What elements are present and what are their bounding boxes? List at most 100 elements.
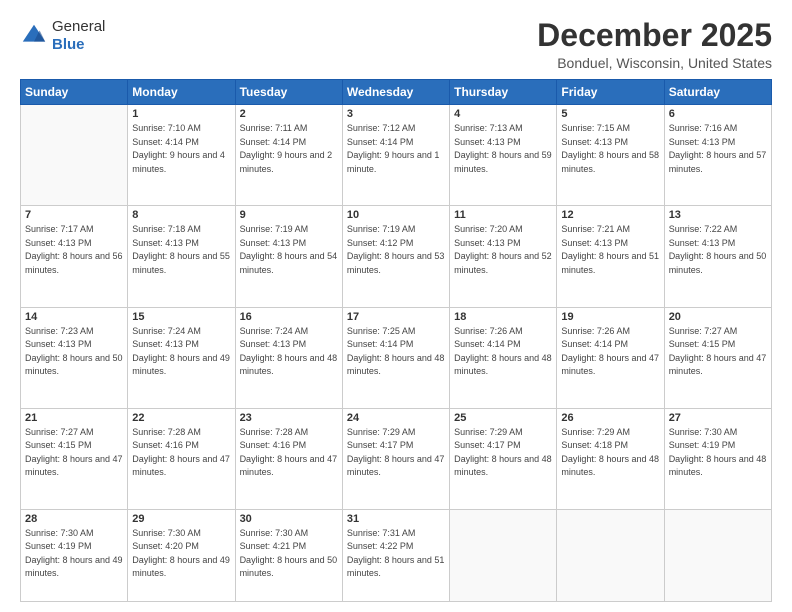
day-number: 17 (347, 311, 445, 323)
day-number: 26 (561, 412, 659, 424)
calendar-cell: 9 Sunrise: 7:19 AMSunset: 4:13 PMDaylight… (235, 206, 342, 307)
sun-info: Sunrise: 7:17 AMSunset: 4:13 PMDaylight:… (25, 223, 123, 277)
calendar-cell: 27Sunrise: 7:30 AMSunset: 4:19 PMDayligh… (664, 408, 771, 509)
calendar-cell: 25Sunrise: 7:29 AMSunset: 4:17 PMDayligh… (450, 408, 557, 509)
sun-info: Sunrise: 7:15 AMSunset: 4:13 PMDaylight:… (561, 122, 659, 176)
day-number: 9 (240, 209, 338, 221)
header: General Blue December 2025 Bonduel, Wisc… (20, 18, 772, 71)
sun-info: Sunrise: 7:30 AMSunset: 4:20 PMDaylight:… (132, 527, 230, 581)
weekday-header-monday: Monday (128, 80, 235, 105)
logo: General Blue (20, 18, 105, 54)
sun-info: Sunrise: 7:30 AMSunset: 4:19 PMDaylight:… (25, 527, 123, 581)
calendar-cell: 6 Sunrise: 7:16 AMSunset: 4:13 PMDaylight… (664, 105, 771, 206)
calendar-week-1: 7 Sunrise: 7:17 AMSunset: 4:13 PMDaylight… (21, 206, 772, 307)
sun-info: Sunrise: 7:13 AMSunset: 4:13 PMDaylight:… (454, 122, 552, 176)
calendar-cell: 13 Sunrise: 7:22 AMSunset: 4:13 PMDayligh… (664, 206, 771, 307)
calendar-cell: 15 Sunrise: 7:24 AMSunset: 4:13 PMDayligh… (128, 307, 235, 408)
day-number: 11 (454, 209, 552, 221)
calendar-cell (450, 509, 557, 601)
day-number: 16 (240, 311, 338, 323)
day-number: 23 (240, 412, 338, 424)
day-number: 12 (561, 209, 659, 221)
location: Bonduel, Wisconsin, United States (537, 55, 772, 71)
sun-info: Sunrise: 7:28 AMSunset: 4:16 PMDaylight:… (132, 426, 230, 480)
sun-info: Sunrise: 7:12 AMSunset: 4:14 PMDaylight:… (347, 122, 445, 176)
sun-info: Sunrise: 7:24 AMSunset: 4:13 PMDaylight:… (240, 325, 338, 379)
sun-info: Sunrise: 7:24 AMSunset: 4:13 PMDaylight:… (132, 325, 230, 379)
weekday-header-row: SundayMondayTuesdayWednesdayThursdayFrid… (21, 80, 772, 105)
day-number: 29 (132, 513, 230, 525)
calendar-cell (21, 105, 128, 206)
calendar-cell: 21 Sunrise: 7:27 AMSunset: 4:15 PMDayligh… (21, 408, 128, 509)
sun-info: Sunrise: 7:11 AMSunset: 4:14 PMDaylight:… (240, 122, 338, 176)
calendar-cell: 8Sunrise: 7:18 AMSunset: 4:13 PMDaylight… (128, 206, 235, 307)
day-number: 24 (347, 412, 445, 424)
calendar-week-4: 28 Sunrise: 7:30 AMSunset: 4:19 PMDayligh… (21, 509, 772, 601)
calendar-cell: 19 Sunrise: 7:26 AMSunset: 4:14 PMDayligh… (557, 307, 664, 408)
sun-info: Sunrise: 7:19 AMSunset: 4:13 PMDaylight:… (240, 223, 338, 277)
day-number: 6 (669, 108, 767, 120)
day-number: 15 (132, 311, 230, 323)
sun-info: Sunrise: 7:27 AMSunset: 4:15 PMDaylight:… (25, 426, 123, 480)
sun-info: Sunrise: 7:26 AMSunset: 4:14 PMDaylight:… (561, 325, 659, 379)
sun-info: Sunrise: 7:30 AMSunset: 4:21 PMDaylight:… (240, 527, 338, 581)
day-number: 21 (25, 412, 123, 424)
day-number: 27 (669, 412, 767, 424)
calendar-cell: 1 Sunrise: 7:10 AMSunset: 4:14 PMDaylight… (128, 105, 235, 206)
day-number: 22 (132, 412, 230, 424)
calendar-table: SundayMondayTuesdayWednesdayThursdayFrid… (20, 79, 772, 602)
sun-info: Sunrise: 7:26 AMSunset: 4:14 PMDaylight:… (454, 325, 552, 379)
sun-info: Sunrise: 7:22 AMSunset: 4:13 PMDaylight:… (669, 223, 767, 277)
logo-blue: Blue (52, 36, 105, 54)
month-title: December 2025 (537, 18, 772, 53)
day-number: 31 (347, 513, 445, 525)
calendar-cell: 4Sunrise: 7:13 AMSunset: 4:13 PMDaylight… (450, 105, 557, 206)
calendar-cell: 10 Sunrise: 7:19 AMSunset: 4:12 PMDayligh… (342, 206, 449, 307)
calendar-cell: 3 Sunrise: 7:12 AMSunset: 4:14 PMDaylight… (342, 105, 449, 206)
day-number: 25 (454, 412, 552, 424)
sun-info: Sunrise: 7:23 AMSunset: 4:13 PMDaylight:… (25, 325, 123, 379)
calendar-cell: 11 Sunrise: 7:20 AMSunset: 4:13 PMDayligh… (450, 206, 557, 307)
sun-info: Sunrise: 7:20 AMSunset: 4:13 PMDaylight:… (454, 223, 552, 277)
calendar-cell: 12 Sunrise: 7:21 AMSunset: 4:13 PMDayligh… (557, 206, 664, 307)
day-number: 10 (347, 209, 445, 221)
calendar-cell: 31 Sunrise: 7:31 AMSunset: 4:22 PMDayligh… (342, 509, 449, 601)
day-number: 8 (132, 209, 230, 221)
calendar-cell: 29 Sunrise: 7:30 AMSunset: 4:20 PMDayligh… (128, 509, 235, 601)
calendar-cell: 30 Sunrise: 7:30 AMSunset: 4:21 PMDayligh… (235, 509, 342, 601)
calendar-cell (557, 509, 664, 601)
sun-info: Sunrise: 7:25 AMSunset: 4:14 PMDaylight:… (347, 325, 445, 379)
weekday-header-sunday: Sunday (21, 80, 128, 105)
calendar-cell: 26Sunrise: 7:29 AMSunset: 4:18 PMDayligh… (557, 408, 664, 509)
weekday-header-saturday: Saturday (664, 80, 771, 105)
calendar-week-2: 14Sunrise: 7:23 AMSunset: 4:13 PMDayligh… (21, 307, 772, 408)
day-number: 3 (347, 108, 445, 120)
day-number: 28 (25, 513, 123, 525)
calendar-week-0: 1 Sunrise: 7:10 AMSunset: 4:14 PMDaylight… (21, 105, 772, 206)
sun-info: Sunrise: 7:21 AMSunset: 4:13 PMDaylight:… (561, 223, 659, 277)
day-number: 19 (561, 311, 659, 323)
calendar-cell: 24Sunrise: 7:29 AMSunset: 4:17 PMDayligh… (342, 408, 449, 509)
calendar-cell: 14Sunrise: 7:23 AMSunset: 4:13 PMDayligh… (21, 307, 128, 408)
sun-info: Sunrise: 7:28 AMSunset: 4:16 PMDaylight:… (240, 426, 338, 480)
logo-general: General (52, 18, 105, 36)
sun-info: Sunrise: 7:10 AMSunset: 4:14 PMDaylight:… (132, 122, 230, 176)
calendar-cell: 17 Sunrise: 7:25 AMSunset: 4:14 PMDayligh… (342, 307, 449, 408)
sun-info: Sunrise: 7:16 AMSunset: 4:13 PMDaylight:… (669, 122, 767, 176)
calendar-cell: 28 Sunrise: 7:30 AMSunset: 4:19 PMDayligh… (21, 509, 128, 601)
day-number: 30 (240, 513, 338, 525)
sun-info: Sunrise: 7:31 AMSunset: 4:22 PMDaylight:… (347, 527, 445, 581)
calendar-cell (664, 509, 771, 601)
sun-info: Sunrise: 7:19 AMSunset: 4:12 PMDaylight:… (347, 223, 445, 277)
title-block: December 2025 Bonduel, Wisconsin, United… (537, 18, 772, 71)
day-number: 13 (669, 209, 767, 221)
weekday-header-friday: Friday (557, 80, 664, 105)
sun-info: Sunrise: 7:27 AMSunset: 4:15 PMDaylight:… (669, 325, 767, 379)
weekday-header-wednesday: Wednesday (342, 80, 449, 105)
day-number: 2 (240, 108, 338, 120)
calendar-cell: 18Sunrise: 7:26 AMSunset: 4:14 PMDayligh… (450, 307, 557, 408)
day-number: 20 (669, 311, 767, 323)
day-number: 7 (25, 209, 123, 221)
day-number: 1 (132, 108, 230, 120)
calendar-cell: 23 Sunrise: 7:28 AMSunset: 4:16 PMDayligh… (235, 408, 342, 509)
